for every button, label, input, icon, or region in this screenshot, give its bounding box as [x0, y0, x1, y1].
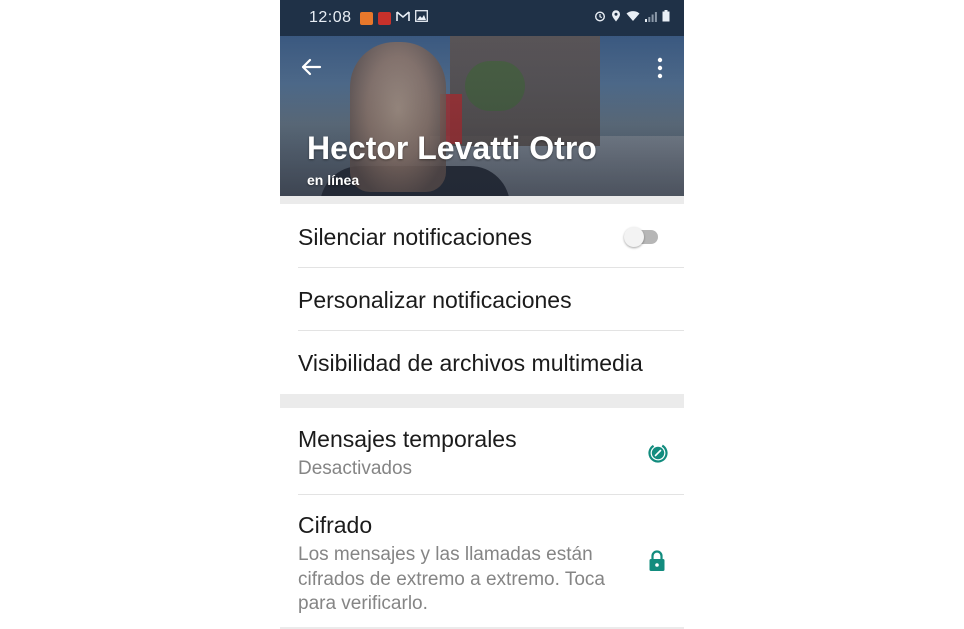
app-notification-icon	[359, 11, 373, 25]
custom-notifications-row[interactable]: Personalizar notificaciones	[280, 268, 684, 330]
arrow-back-icon[interactable]	[300, 56, 322, 78]
wifi-icon	[626, 9, 640, 27]
disappearing-messages-row[interactable]: Mensajes temporales Desactivados	[280, 408, 684, 494]
encryption-row[interactable]: Cifrado Los mensajes y las llamadas está…	[280, 495, 684, 629]
media-visibility-row[interactable]: Visibilidad de archivos multimedia	[280, 331, 684, 394]
encryption-label: Cifrado	[298, 512, 373, 538]
media-visibility-label: Visibilidad de archivos multimedia	[298, 350, 643, 376]
contact-status: en línea	[307, 172, 360, 188]
gmail-icon	[395, 9, 410, 27]
section-gap	[280, 394, 684, 408]
section-gap	[280, 196, 684, 204]
profile-header[interactable]: Hector Levatti Otro en línea	[280, 36, 684, 196]
mute-notifications-toggle[interactable]	[624, 226, 660, 247]
lock-icon	[648, 550, 666, 572]
status-bar: 12:08	[280, 0, 684, 36]
battery-icon	[662, 9, 670, 27]
gallery-icon	[414, 9, 428, 27]
more-vertical-icon[interactable]	[652, 56, 668, 80]
location-icon	[611, 9, 621, 27]
alarm-icon	[594, 9, 606, 27]
mute-notifications-row[interactable]: Silenciar notificaciones	[280, 204, 684, 267]
toggle-knob	[624, 227, 644, 247]
app-notification-icon	[377, 11, 391, 25]
timer-icon	[647, 442, 669, 464]
contact-name: Hector Levatti Otro	[307, 130, 597, 166]
status-time: 12:08	[309, 9, 352, 26]
contact-info-screen: 12:08 Hector Levatti Otro en línea Silen…	[280, 0, 684, 629]
encryption-description: Los mensajes y las llamadas están cifrad…	[298, 544, 605, 614]
signal-icon	[645, 9, 657, 27]
mute-notifications-label: Silenciar notificaciones	[298, 224, 532, 250]
disappearing-messages-label: Mensajes temporales	[298, 426, 517, 452]
disappearing-messages-value: Desactivados	[298, 458, 413, 479]
custom-notifications-label: Personalizar notificaciones	[298, 287, 572, 313]
